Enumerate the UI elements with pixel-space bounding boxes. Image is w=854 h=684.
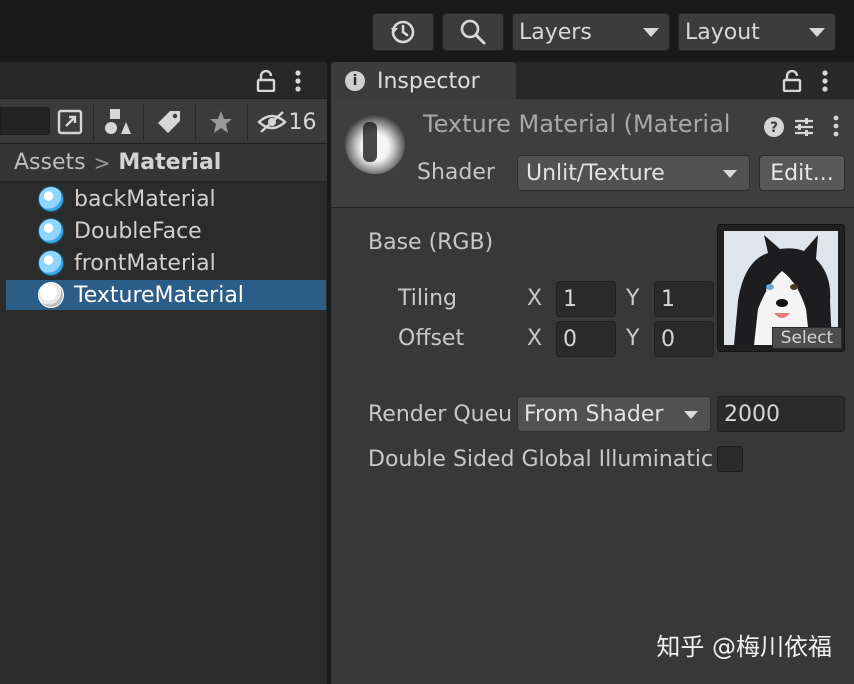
chevron-down-icon <box>723 170 737 178</box>
material-header: Texture Material (Material ? Shader Unli… <box>331 100 854 208</box>
chevron-down-icon <box>684 411 698 419</box>
help-icon[interactable]: ? <box>763 116 785 138</box>
material-title: Texture Material (Material <box>423 110 731 138</box>
texture-select-button[interactable]: Select <box>772 327 842 349</box>
edit-shader-button[interactable]: Edit... <box>759 155 845 191</box>
layers-dropdown[interactable]: Layers <box>512 13 670 51</box>
render-queue-dropdown[interactable]: From Shader <box>517 396 711 432</box>
project-search-input[interactable] <box>0 107 50 135</box>
inspector-tab-bar: i Inspector <box>331 62 854 100</box>
list-item[interactable]: backMaterial <box>6 184 326 214</box>
render-queue-value-field[interactable]: 2000 <box>717 396 845 432</box>
tiling-y-field[interactable]: 1 <box>654 281 714 317</box>
tiling-label: Tiling <box>398 286 458 311</box>
material-icon <box>38 250 64 276</box>
offset-label: Offset <box>398 326 465 351</box>
main-toolbar: Layers Layout <box>0 0 854 62</box>
lock-icon[interactable] <box>256 70 276 92</box>
watermark: 知乎 @梅川依福 <box>656 633 832 661</box>
hidden-count: 16 <box>288 109 317 135</box>
offset-y-label: Y <box>626 326 640 351</box>
asset-label: frontMaterial <box>74 250 216 276</box>
material-icon <box>38 186 64 212</box>
material-preview-thumbnail <box>345 114 405 174</box>
kebab-menu-icon[interactable] <box>292 69 304 93</box>
material-icon <box>38 218 64 244</box>
layers-label: Layers <box>519 19 592 45</box>
svg-text:?: ? <box>770 120 778 136</box>
info-icon: i <box>345 71 365 91</box>
tab-inspector-label: Inspector <box>377 68 480 94</box>
search-icon <box>460 19 486 45</box>
breadcrumb-material[interactable]: Material <box>118 150 221 175</box>
tiling-x-label: X <box>527 286 543 311</box>
open-window-icon <box>57 109 83 135</box>
tag-icon <box>157 111 180 133</box>
render-queue-mode: From Shader <box>524 401 664 427</box>
eye-hidden-icon <box>256 111 287 133</box>
chevron-down-icon <box>809 28 825 37</box>
list-item[interactable]: DoubleFace <box>6 216 326 246</box>
history-icon <box>391 20 415 44</box>
asset-label: backMaterial <box>74 186 216 212</box>
double-sided-gi-checkbox[interactable] <box>717 446 743 472</box>
search-button[interactable] <box>442 13 504 51</box>
render-queue-label: Render Queu <box>368 402 513 427</box>
shader-label: Shader <box>417 160 495 185</box>
chevron-right-icon: > <box>93 150 111 175</box>
open-window-button[interactable] <box>50 103 90 141</box>
favorites-button[interactable] <box>195 103 245 141</box>
project-tab-bar <box>0 62 327 99</box>
project-panel: 16 Assets > Material backMaterial Double… <box>0 62 327 684</box>
base-rgb-label: Base (RGB) <box>368 230 494 255</box>
star-icon <box>209 111 232 133</box>
offset-y-field[interactable]: 0 <box>654 321 714 357</box>
asset-label: DoubleFace <box>74 218 202 244</box>
breadcrumb: Assets > Material <box>0 144 327 182</box>
list-item[interactable]: frontMaterial <box>6 248 326 278</box>
breadcrumb-assets[interactable]: Assets <box>14 150 86 175</box>
preset-sliders-icon[interactable] <box>793 116 815 138</box>
inspector-panel: i Inspector Texture Material (Material ? <box>331 62 854 684</box>
chevron-down-icon <box>643 28 659 37</box>
hidden-packages-toggle[interactable]: 16 <box>247 103 325 141</box>
offset-x-field[interactable]: 0 <box>556 321 616 357</box>
material-icon <box>38 282 64 308</box>
double-sided-gi-label: Double Sided Global Illuminatic <box>368 447 713 472</box>
offset-x-label: X <box>527 326 543 351</box>
shader-dropdown[interactable]: Unlit/Texture <box>517 155 750 191</box>
list-item-selected[interactable]: TextureMaterial <box>6 280 326 310</box>
texture-slot[interactable]: Select <box>717 224 845 352</box>
kebab-menu-icon[interactable] <box>819 69 831 93</box>
filter-by-type-button[interactable] <box>93 103 141 141</box>
lock-icon[interactable] <box>782 70 802 92</box>
tab-inspector[interactable]: i Inspector <box>331 62 516 100</box>
project-toolbar: 16 <box>0 99 327 144</box>
layout-label: Layout <box>685 19 760 45</box>
tiling-y-label: Y <box>626 286 640 311</box>
shapes-icon <box>104 109 131 134</box>
tiling-x-field[interactable]: 1 <box>556 281 616 317</box>
kebab-menu-icon[interactable] <box>831 114 841 138</box>
filter-by-label-button[interactable] <box>143 103 193 141</box>
history-button[interactable] <box>372 13 434 51</box>
layout-dropdown[interactable]: Layout <box>678 13 836 51</box>
shader-value: Unlit/Texture <box>526 160 665 186</box>
asset-label: TextureMaterial <box>74 282 244 308</box>
